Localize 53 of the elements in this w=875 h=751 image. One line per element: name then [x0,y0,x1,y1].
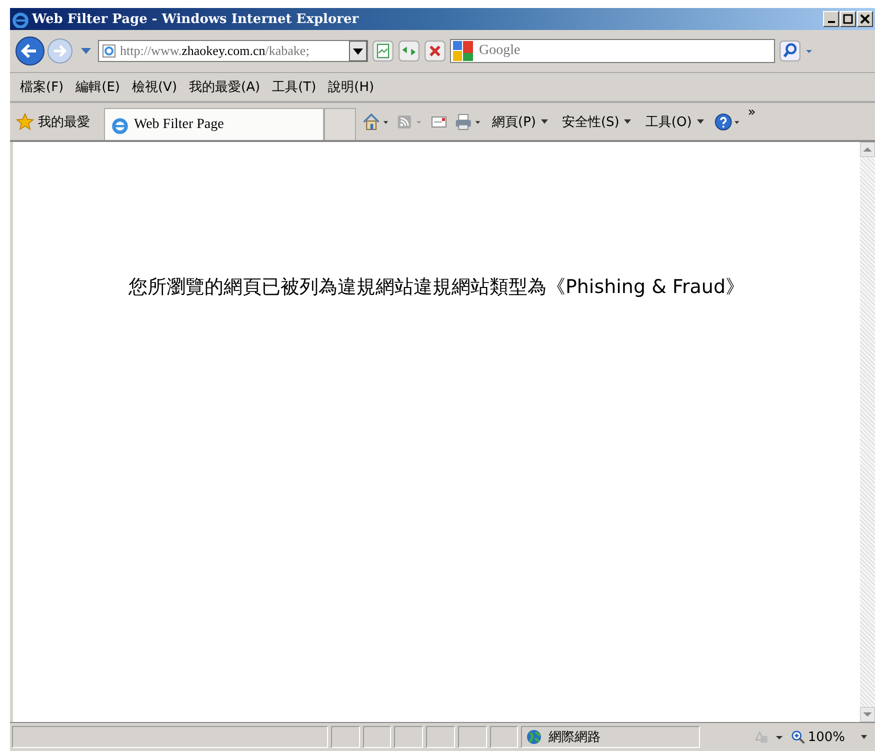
caret-icon [624,119,632,124]
menu-item[interactable]: 工具(T) [272,78,328,96]
command-menu[interactable]: 安全性(S) [558,112,636,130]
compatibility-icon[interactable] [372,40,394,62]
maximize-button[interactable] [840,11,856,27]
close-button[interactable] [857,11,873,27]
search-icon[interactable] [779,40,801,62]
help-icon[interactable] [714,112,742,132]
page-icon [102,44,116,58]
status-panel [362,726,392,748]
browser-logo-icon [12,10,29,28]
search-field[interactable]: Google [450,39,775,63]
command-menu[interactable]: 工具(O) [641,112,708,130]
refresh-icon[interactable] [398,40,420,62]
favorites-button[interactable]: 我的最愛 [16,112,98,130]
command-menu[interactable]: 網頁(P) [488,112,552,130]
caret-icon [696,119,704,124]
maximize-icon [843,14,853,24]
star-icon [16,112,34,130]
status-panel [458,726,487,748]
scroll-up-icon[interactable] [860,142,875,157]
overflow-chevron[interactable]: » [748,105,756,120]
menu-item[interactable]: 檔案(F) [20,78,76,96]
caret-icon [540,119,548,124]
browser-logo-icon [111,116,129,134]
status-panel [330,726,360,748]
vertical-scrollbar[interactable] [860,142,875,722]
dropdown-icon[interactable] [349,41,367,61]
caret-icon [859,734,870,740]
security-zone: 網際網路 [521,726,700,748]
status-panel [490,726,518,748]
minimize-button[interactable] [823,11,839,27]
zoom-button[interactable]: 100% [790,730,870,744]
menu-item[interactable]: 說明(H) [328,78,386,96]
browser-tab[interactable]: Web Filter Page [104,108,324,140]
menu-item[interactable]: 編輯(E) [76,78,132,96]
close-icon [860,14,870,24]
menu-item[interactable]: 我的最愛(A) [189,78,272,96]
globe-icon [526,729,542,745]
status-panel [394,726,424,748]
printer-icon[interactable] [454,112,482,132]
address-field[interactable]: http://www.zhaokey.com.cn/kabake; [98,40,368,62]
search-provider-icon[interactable] [453,41,473,61]
stop-icon[interactable] [424,40,446,62]
magnifier-icon [790,730,806,744]
window-title: Web Filter Page - Windows Internet Explorer [32,12,359,26]
minimize-icon [828,21,834,23]
menu-item[interactable]: 檢視(V) [132,78,190,96]
home-icon[interactable] [362,112,390,132]
status-panel [426,726,455,748]
scroll-down-icon[interactable] [860,707,875,722]
back-button[interactable] [14,35,46,67]
filter-message: 您所瀏覽的網頁已被列為違規網站違規網站類型為《Phishing & Fraud》 [128,275,745,300]
